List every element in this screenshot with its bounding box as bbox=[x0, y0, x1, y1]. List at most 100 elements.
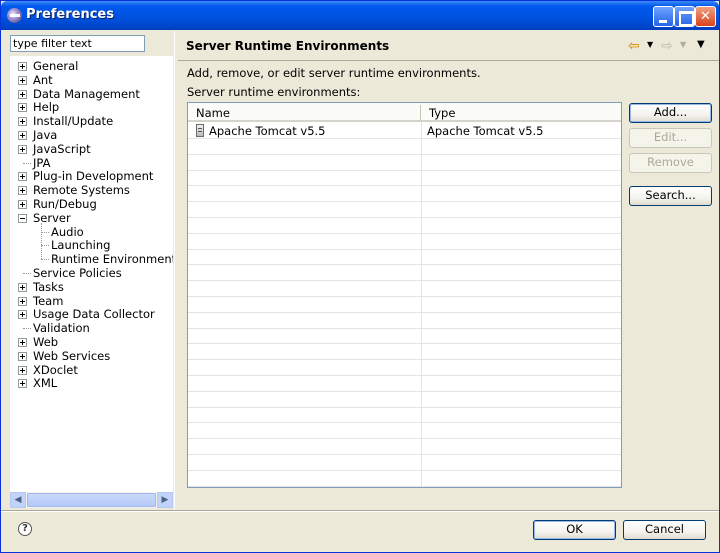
expand-icon[interactable] bbox=[18, 172, 27, 182]
expand-icon[interactable] bbox=[18, 296, 27, 306]
maximize-button[interactable] bbox=[674, 6, 695, 27]
column-header-name[interactable]: Name bbox=[196, 106, 230, 120]
tree-item[interactable]: JavaScript bbox=[10, 142, 173, 156]
tree-item[interactable]: Plug-in Development bbox=[10, 169, 173, 183]
table-row[interactable] bbox=[188, 155, 621, 171]
minimize-button[interactable] bbox=[653, 6, 674, 27]
expand-icon[interactable] bbox=[18, 200, 27, 209]
expand-icon[interactable] bbox=[18, 310, 27, 320]
preference-tree[interactable]: General Ant Data Management Help Install/Upd… bbox=[10, 56, 173, 494]
tree-horizontal-scrollbar[interactable]: ◀ ▶ bbox=[10, 492, 173, 508]
view-menu-icon[interactable]: ▼ bbox=[697, 39, 705, 50]
remove-button[interactable]: Remove bbox=[629, 153, 712, 173]
expand-icon[interactable] bbox=[18, 365, 27, 375]
tree-item[interactable]: JPA bbox=[10, 156, 173, 170]
table-row[interactable] bbox=[188, 344, 621, 361]
add-button[interactable]: Add... bbox=[629, 103, 712, 123]
table-row[interactable]: Apache Tomcat v5.5 Apache Tomcat v5.5 bbox=[188, 123, 621, 139]
table-row[interactable] bbox=[188, 234, 621, 250]
title-bar[interactable]: Preferences bbox=[1, 1, 719, 30]
tree-item[interactable]: Web Services bbox=[10, 349, 173, 363]
tree-item[interactable]: Remote Systems bbox=[10, 183, 173, 197]
table-row[interactable] bbox=[188, 376, 621, 392]
collapse-icon[interactable] bbox=[18, 213, 27, 223]
search-button[interactable]: Search... bbox=[629, 186, 712, 206]
filter-input[interactable] bbox=[10, 35, 145, 52]
preferences-dialog: Preferences GeneralAntData ManagementHel… bbox=[0, 0, 720, 553]
tree-item[interactable]: XML bbox=[10, 376, 173, 390]
splitter-sash[interactable] bbox=[174, 31, 177, 511]
tree-item[interactable]: Java bbox=[10, 128, 173, 142]
tree-item[interactable]: Ant bbox=[10, 73, 173, 87]
scroll-left-icon[interactable]: ◀ bbox=[10, 492, 26, 508]
table-row[interactable] bbox=[188, 170, 621, 187]
tree-item[interactable]: Team bbox=[10, 294, 173, 308]
help-icon[interactable]: ? bbox=[18, 522, 32, 536]
table-row[interactable] bbox=[188, 328, 621, 345]
expand-icon[interactable] bbox=[18, 351, 27, 361]
expand-icon[interactable] bbox=[18, 131, 27, 140]
table-row[interactable] bbox=[188, 439, 621, 455]
tree-item-label: Runtime Environments bbox=[51, 252, 173, 267]
scroll-right-icon[interactable]: ▶ bbox=[157, 492, 173, 508]
expand-icon[interactable] bbox=[18, 379, 27, 389]
cancel-button[interactable]: Cancel bbox=[623, 520, 706, 540]
expand-icon[interactable] bbox=[18, 89, 27, 99]
table-row[interactable] bbox=[188, 186, 621, 203]
expand-icon[interactable] bbox=[18, 75, 27, 85]
table-row[interactable] bbox=[188, 218, 621, 234]
tree-item[interactable]: Launching bbox=[10, 238, 173, 252]
tree-item[interactable]: Help bbox=[10, 100, 173, 114]
table-row[interactable] bbox=[188, 202, 621, 218]
expand-icon[interactable] bbox=[18, 186, 27, 196]
tree-connector bbox=[23, 162, 31, 164]
column-header-type[interactable]: Type bbox=[429, 106, 455, 120]
forward-dropdown-icon[interactable]: ▼ bbox=[680, 40, 686, 49]
back-dropdown-icon[interactable]: ▼ bbox=[647, 40, 653, 49]
expand-icon[interactable] bbox=[18, 144, 27, 154]
tree-connector bbox=[23, 273, 31, 274]
table-row[interactable] bbox=[188, 139, 621, 155]
tree-item[interactable]: Run/Debug bbox=[10, 197, 173, 211]
close-button[interactable] bbox=[695, 6, 716, 27]
table-row[interactable] bbox=[188, 471, 621, 487]
table-row[interactable] bbox=[188, 265, 621, 282]
tree-item[interactable]: Tasks bbox=[10, 280, 173, 294]
tree-item[interactable]: XDoclet bbox=[10, 363, 173, 377]
tree-item-label: Web bbox=[33, 335, 59, 349]
table-row[interactable] bbox=[188, 455, 621, 471]
tree-item-label: JavaScript bbox=[33, 141, 91, 156]
expand-icon[interactable] bbox=[18, 282, 27, 292]
table-row[interactable] bbox=[188, 281, 621, 297]
table-row[interactable] bbox=[188, 297, 621, 313]
back-arrow-icon[interactable]: ⇦ bbox=[628, 38, 640, 54]
edit-button[interactable]: Edit... bbox=[629, 128, 712, 148]
table-row[interactable] bbox=[188, 249, 621, 266]
table-row[interactable] bbox=[188, 313, 621, 329]
table-row[interactable] bbox=[188, 423, 621, 440]
tree-item[interactable]: Service Policies bbox=[10, 266, 173, 280]
tree-item[interactable]: Install/Update bbox=[10, 114, 173, 128]
column-divider[interactable] bbox=[420, 105, 421, 120]
expand-icon[interactable] bbox=[18, 338, 27, 347]
tree-item[interactable]: Runtime Environments bbox=[10, 252, 173, 266]
tree-item[interactable]: General bbox=[10, 59, 173, 73]
runtime-table[interactable]: Name Type Apache Tomcat v5.5 Apache Tomca… bbox=[187, 102, 622, 488]
expand-icon[interactable] bbox=[18, 62, 27, 71]
scrollbar-thumb[interactable] bbox=[27, 493, 156, 507]
table-row[interactable] bbox=[188, 392, 621, 408]
tree-item[interactable]: Validation bbox=[10, 321, 173, 335]
table-row[interactable] bbox=[188, 360, 621, 376]
forward-arrow-icon[interactable]: ⇨ bbox=[661, 38, 673, 54]
tree-item[interactable]: Usage Data Collector bbox=[10, 307, 173, 321]
ok-button[interactable]: OK bbox=[533, 520, 616, 540]
expand-icon[interactable] bbox=[18, 117, 27, 127]
column-grid-line bbox=[421, 122, 422, 487]
expand-icon[interactable] bbox=[18, 103, 27, 113]
page-description: Add, remove, or edit server runtime envi… bbox=[187, 66, 481, 80]
table-row[interactable] bbox=[188, 407, 621, 424]
tree-item[interactable]: Audio bbox=[10, 225, 173, 239]
tree-item[interactable]: Data Management bbox=[10, 87, 173, 101]
tree-item[interactable]: Server bbox=[10, 211, 173, 225]
tree-item[interactable]: Web bbox=[10, 335, 173, 349]
